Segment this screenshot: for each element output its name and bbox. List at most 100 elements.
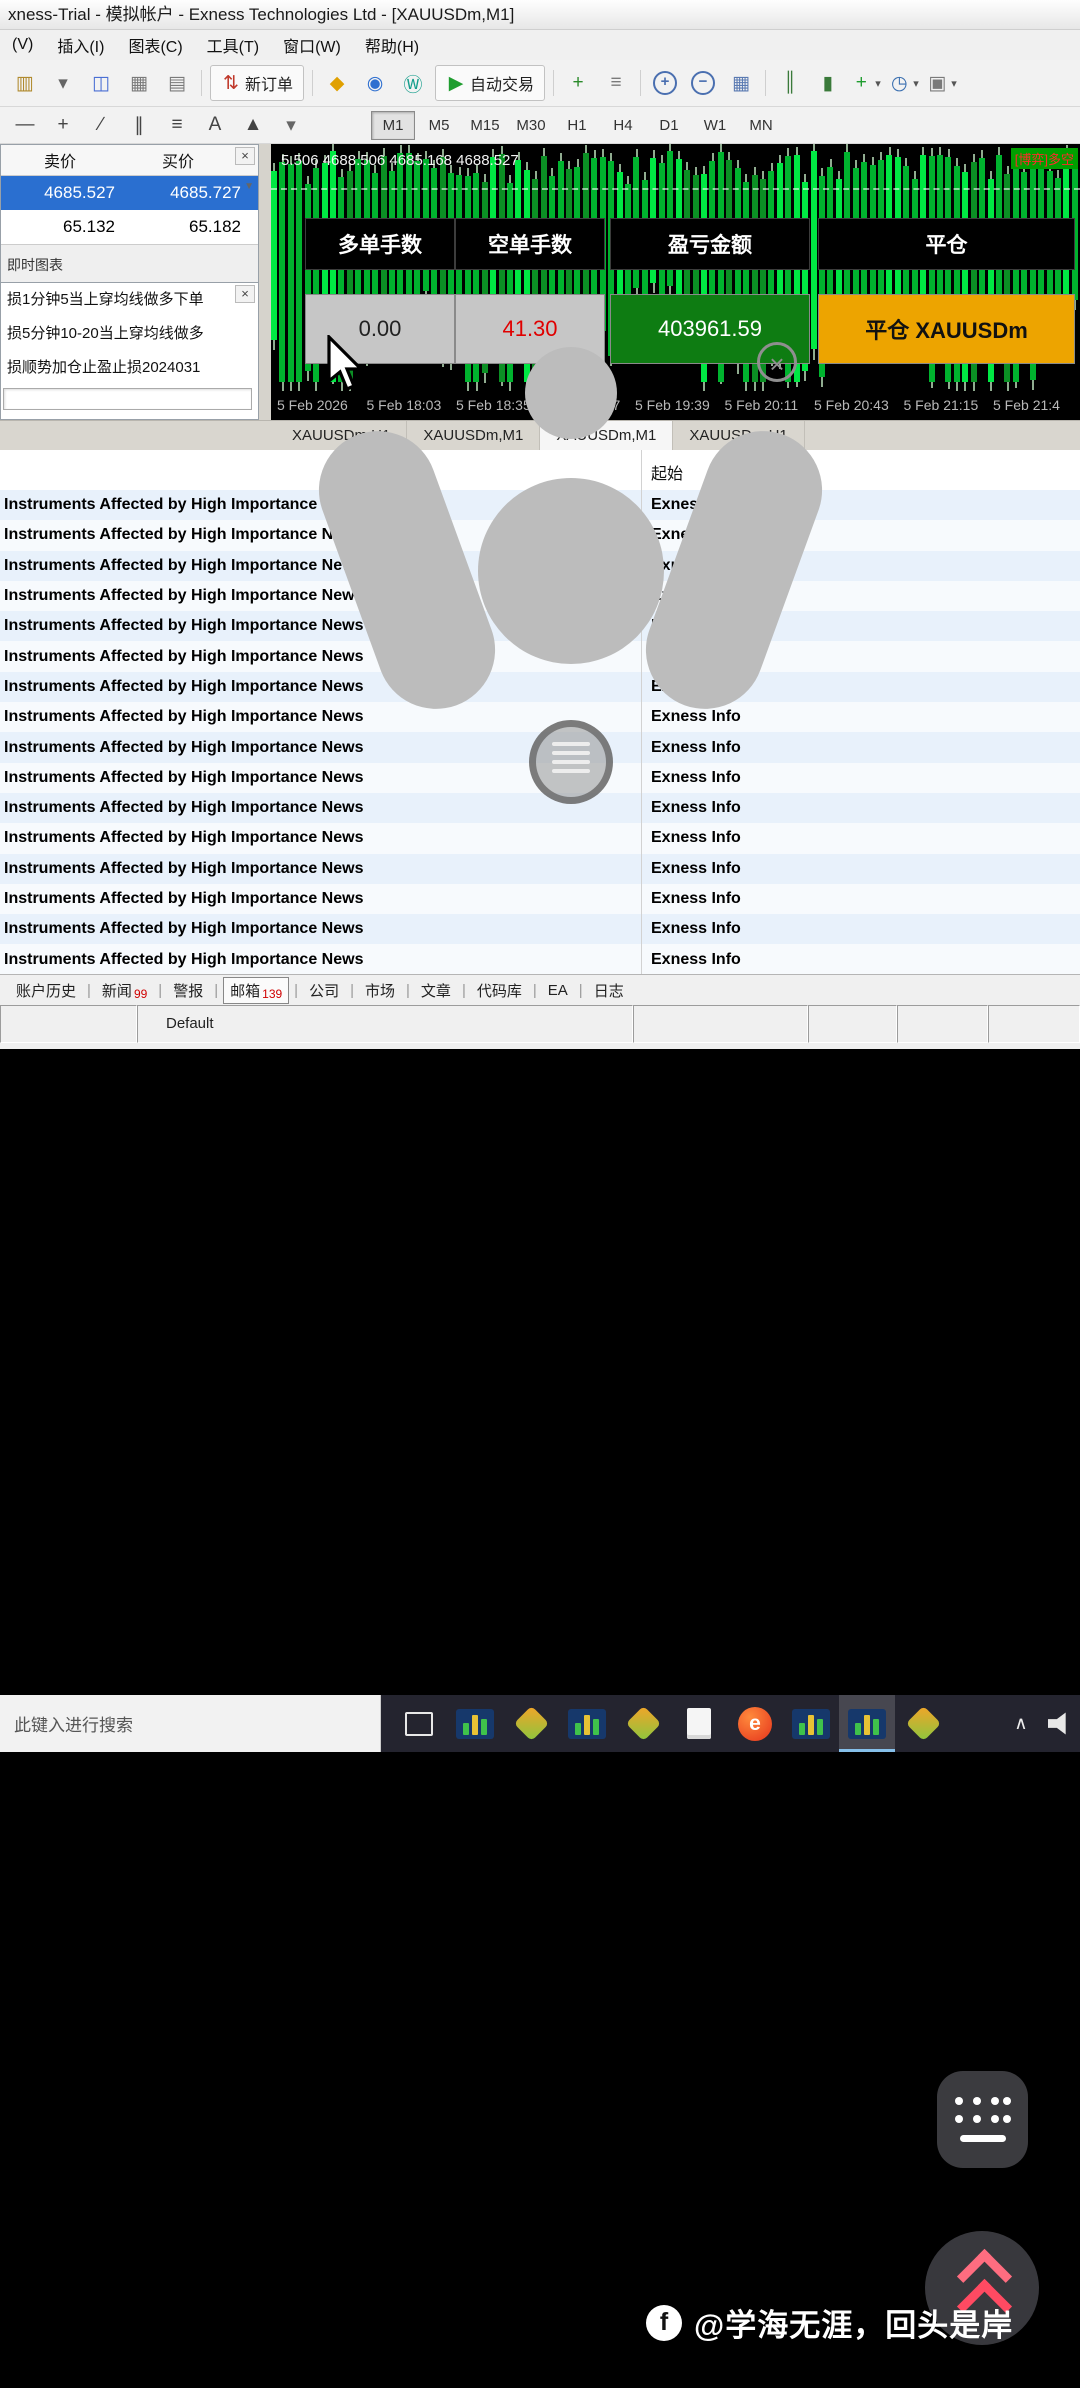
- overlay-close-button[interactable]: ×: [757, 342, 797, 382]
- taskbar-search-input[interactable]: 此键入进行搜索: [0, 1695, 381, 1752]
- market-watch-tab-charts[interactable]: 即时图表: [7, 255, 63, 275]
- cycle-charts-icon[interactable]: ▦: [120, 66, 158, 100]
- community-icon[interactable]: ◉: [356, 66, 394, 100]
- zoom-out-icon-glyph: −: [691, 71, 715, 95]
- navigator-search-input[interactable]: [3, 388, 252, 410]
- keyboard-fab-button[interactable]: [937, 2071, 1028, 2168]
- mt4-terminal-4-icon[interactable]: [839, 1695, 895, 1752]
- mt4-terminal-1-icon[interactable]: [447, 1695, 503, 1752]
- menu-item-2[interactable]: 插入(I): [45, 33, 116, 57]
- floating-menu-button[interactable]: [529, 720, 613, 804]
- terminal-mail-row[interactable]: Instruments Affected by High Importance …: [0, 793, 1080, 823]
- terminal-tab-3[interactable]: 警报: [167, 978, 209, 1003]
- timeframe-d1[interactable]: D1: [647, 111, 691, 140]
- chart-tab-2[interactable]: XAUUSDm,M1: [407, 421, 540, 450]
- chart-list-caret-icon[interactable]: ▾: [44, 66, 82, 100]
- terminal-tab-7[interactable]: 文章: [415, 978, 457, 1003]
- column-header-sell[interactable]: 卖价: [1, 148, 119, 172]
- timeframe-m15[interactable]: M15: [463, 111, 507, 140]
- terminal-tab-1[interactable]: 账户历史: [10, 978, 82, 1003]
- chart-canvas[interactable]: 5.506 4688.506 4685.168 4688.527 [博弈]多空 …: [271, 144, 1080, 391]
- market-watch-row[interactable]: 65.13265.182: [1, 210, 258, 244]
- mql5-web-icon[interactable]: Ⓦ: [394, 66, 432, 100]
- toolbar-separator: [640, 70, 641, 96]
- mt4-terminal-2-icon[interactable]: [559, 1695, 615, 1752]
- crosshair-tool-icon[interactable]: +: [44, 108, 82, 142]
- timeframe-h4[interactable]: H4: [601, 111, 645, 140]
- new-order-button[interactable]: ⇅新订单: [210, 65, 304, 101]
- templates-icon[interactable]: ▣▾: [923, 66, 961, 100]
- menu-item-4[interactable]: 工具(T): [195, 33, 271, 57]
- alerts-icon[interactable]: ◆: [318, 66, 356, 100]
- terminal-tab-9[interactable]: EA: [542, 980, 574, 1001]
- profiles-icon[interactable]: ◫: [82, 66, 120, 100]
- add-indicator-icon[interactable]: +▾: [847, 66, 885, 100]
- timeframe-m1[interactable]: M1: [371, 111, 415, 140]
- mt4-terminal-3-icon[interactable]: [783, 1695, 839, 1752]
- indicators-icon[interactable]: +: [559, 66, 597, 100]
- terminal-tab-6[interactable]: 市场: [359, 978, 401, 1003]
- zoom-out-icon[interactable]: −: [684, 66, 722, 100]
- new-chart-icon[interactable]: ▥: [6, 66, 44, 100]
- terminal-mail-row[interactable]: Instruments Affected by High Importance …: [0, 823, 1080, 853]
- mt4-setup-3-icon[interactable]: [895, 1695, 951, 1752]
- navigator-item-2[interactable]: 损5分钟10-20当上穿均线做多: [1, 317, 258, 351]
- fibonacci-tool-icon[interactable]: ≡: [158, 108, 196, 142]
- menu-item-3[interactable]: 图表(C): [116, 33, 194, 57]
- terminal-mail-row[interactable]: Instruments Affected by High Importance …: [0, 854, 1080, 884]
- timeframe-w1[interactable]: W1: [693, 111, 737, 140]
- terminal-tab-5[interactable]: 公司: [303, 978, 345, 1003]
- navigator-item-1[interactable]: 损1分钟5当上穿均线做多下单: [1, 283, 258, 317]
- notepad-icon[interactable]: [671, 1695, 727, 1752]
- terminal-tab-10[interactable]: 日志: [588, 978, 630, 1003]
- mt4-setup-1-icon[interactable]: [503, 1695, 559, 1752]
- candle-style-icon[interactable]: ▮: [809, 66, 847, 100]
- terminal-mail-row[interactable]: Instruments Affected by High Importance …: [0, 884, 1080, 914]
- menu-item-5[interactable]: 窗口(W): [271, 33, 353, 57]
- terminal-mail-row[interactable]: Instruments Affected by High Importance …: [0, 702, 1080, 732]
- trendline-tool-icon[interactable]: ∕: [82, 108, 120, 142]
- tab-label: 公司: [309, 980, 339, 1001]
- zoom-in-icon[interactable]: +: [646, 66, 684, 100]
- browser-icon[interactable]: e: [727, 1695, 783, 1752]
- terminal-mail-row[interactable]: Instruments Affected by High Importance …: [0, 914, 1080, 944]
- volume-icon[interactable]: [1048, 1712, 1074, 1736]
- navigator-close-icon[interactable]: ×: [235, 285, 255, 303]
- timeframe-m30[interactable]: M30: [509, 111, 553, 140]
- column-header-from[interactable]: 起始: [651, 460, 683, 484]
- timeframe-m5[interactable]: M5: [417, 111, 461, 140]
- draw-more-caret-icon[interactable]: ▾: [272, 108, 310, 142]
- menu-item-6[interactable]: 帮助(H): [353, 33, 431, 57]
- market-watch-close-icon[interactable]: ×: [235, 147, 255, 165]
- arrows-tool-icon[interactable]: ▲: [234, 108, 272, 142]
- timeframe-mn[interactable]: MN: [739, 111, 783, 140]
- mt4-setup-2-icon[interactable]: [615, 1695, 671, 1752]
- tray-expand-icon[interactable]: ∧: [1008, 1713, 1034, 1734]
- timeframe-h1[interactable]: H1: [555, 111, 599, 140]
- panel-splitter[interactable]: [259, 144, 271, 420]
- task-view-icon[interactable]: [391, 1695, 447, 1752]
- market-watch-row[interactable]: 4685.5274685.727: [1, 176, 258, 210]
- navigator-item-3[interactable]: 损顺势加仓止盈止损2024031: [1, 351, 258, 385]
- terminal-mail-row[interactable]: Instruments Affected by High Importance …: [0, 672, 1080, 702]
- objects-list-icon[interactable]: ≡: [597, 66, 635, 100]
- window-titlebar[interactable]: xness-Trial - 模拟帐户 - Exness Technologies…: [0, 0, 1080, 30]
- channel-tool-icon[interactable]: ∥: [120, 108, 158, 142]
- menu-item-1[interactable]: (V): [0, 36, 45, 54]
- close-position-button[interactable]: 平仓 XAUUSDm: [818, 294, 1075, 364]
- cursor-tool-icon[interactable]: —: [6, 108, 44, 142]
- column-header-buy[interactable]: 买价: [119, 148, 237, 172]
- market-watch-scroll-down-icon[interactable]: ▼: [244, 181, 254, 192]
- tab-separator: |: [579, 982, 583, 999]
- auto-trading-button[interactable]: ▶自动交易: [435, 65, 545, 101]
- terminal-tab-2[interactable]: 新闻99: [96, 978, 153, 1003]
- text-tool-icon[interactable]: A: [196, 108, 234, 142]
- terminal-mail-row[interactable]: Instruments Affected by High Importance …: [0, 944, 1080, 974]
- ea-status-label: [博弈]多空: [1011, 148, 1078, 169]
- data-window-icon[interactable]: ▤: [158, 66, 196, 100]
- periods-icon[interactable]: ◷▾: [885, 66, 923, 100]
- tile-windows-icon[interactable]: ▦: [722, 66, 760, 100]
- bar-style-icon[interactable]: ║: [771, 66, 809, 100]
- terminal-tab-8[interactable]: 代码库: [471, 978, 528, 1003]
- terminal-tab-4[interactable]: 邮箱139: [223, 977, 289, 1004]
